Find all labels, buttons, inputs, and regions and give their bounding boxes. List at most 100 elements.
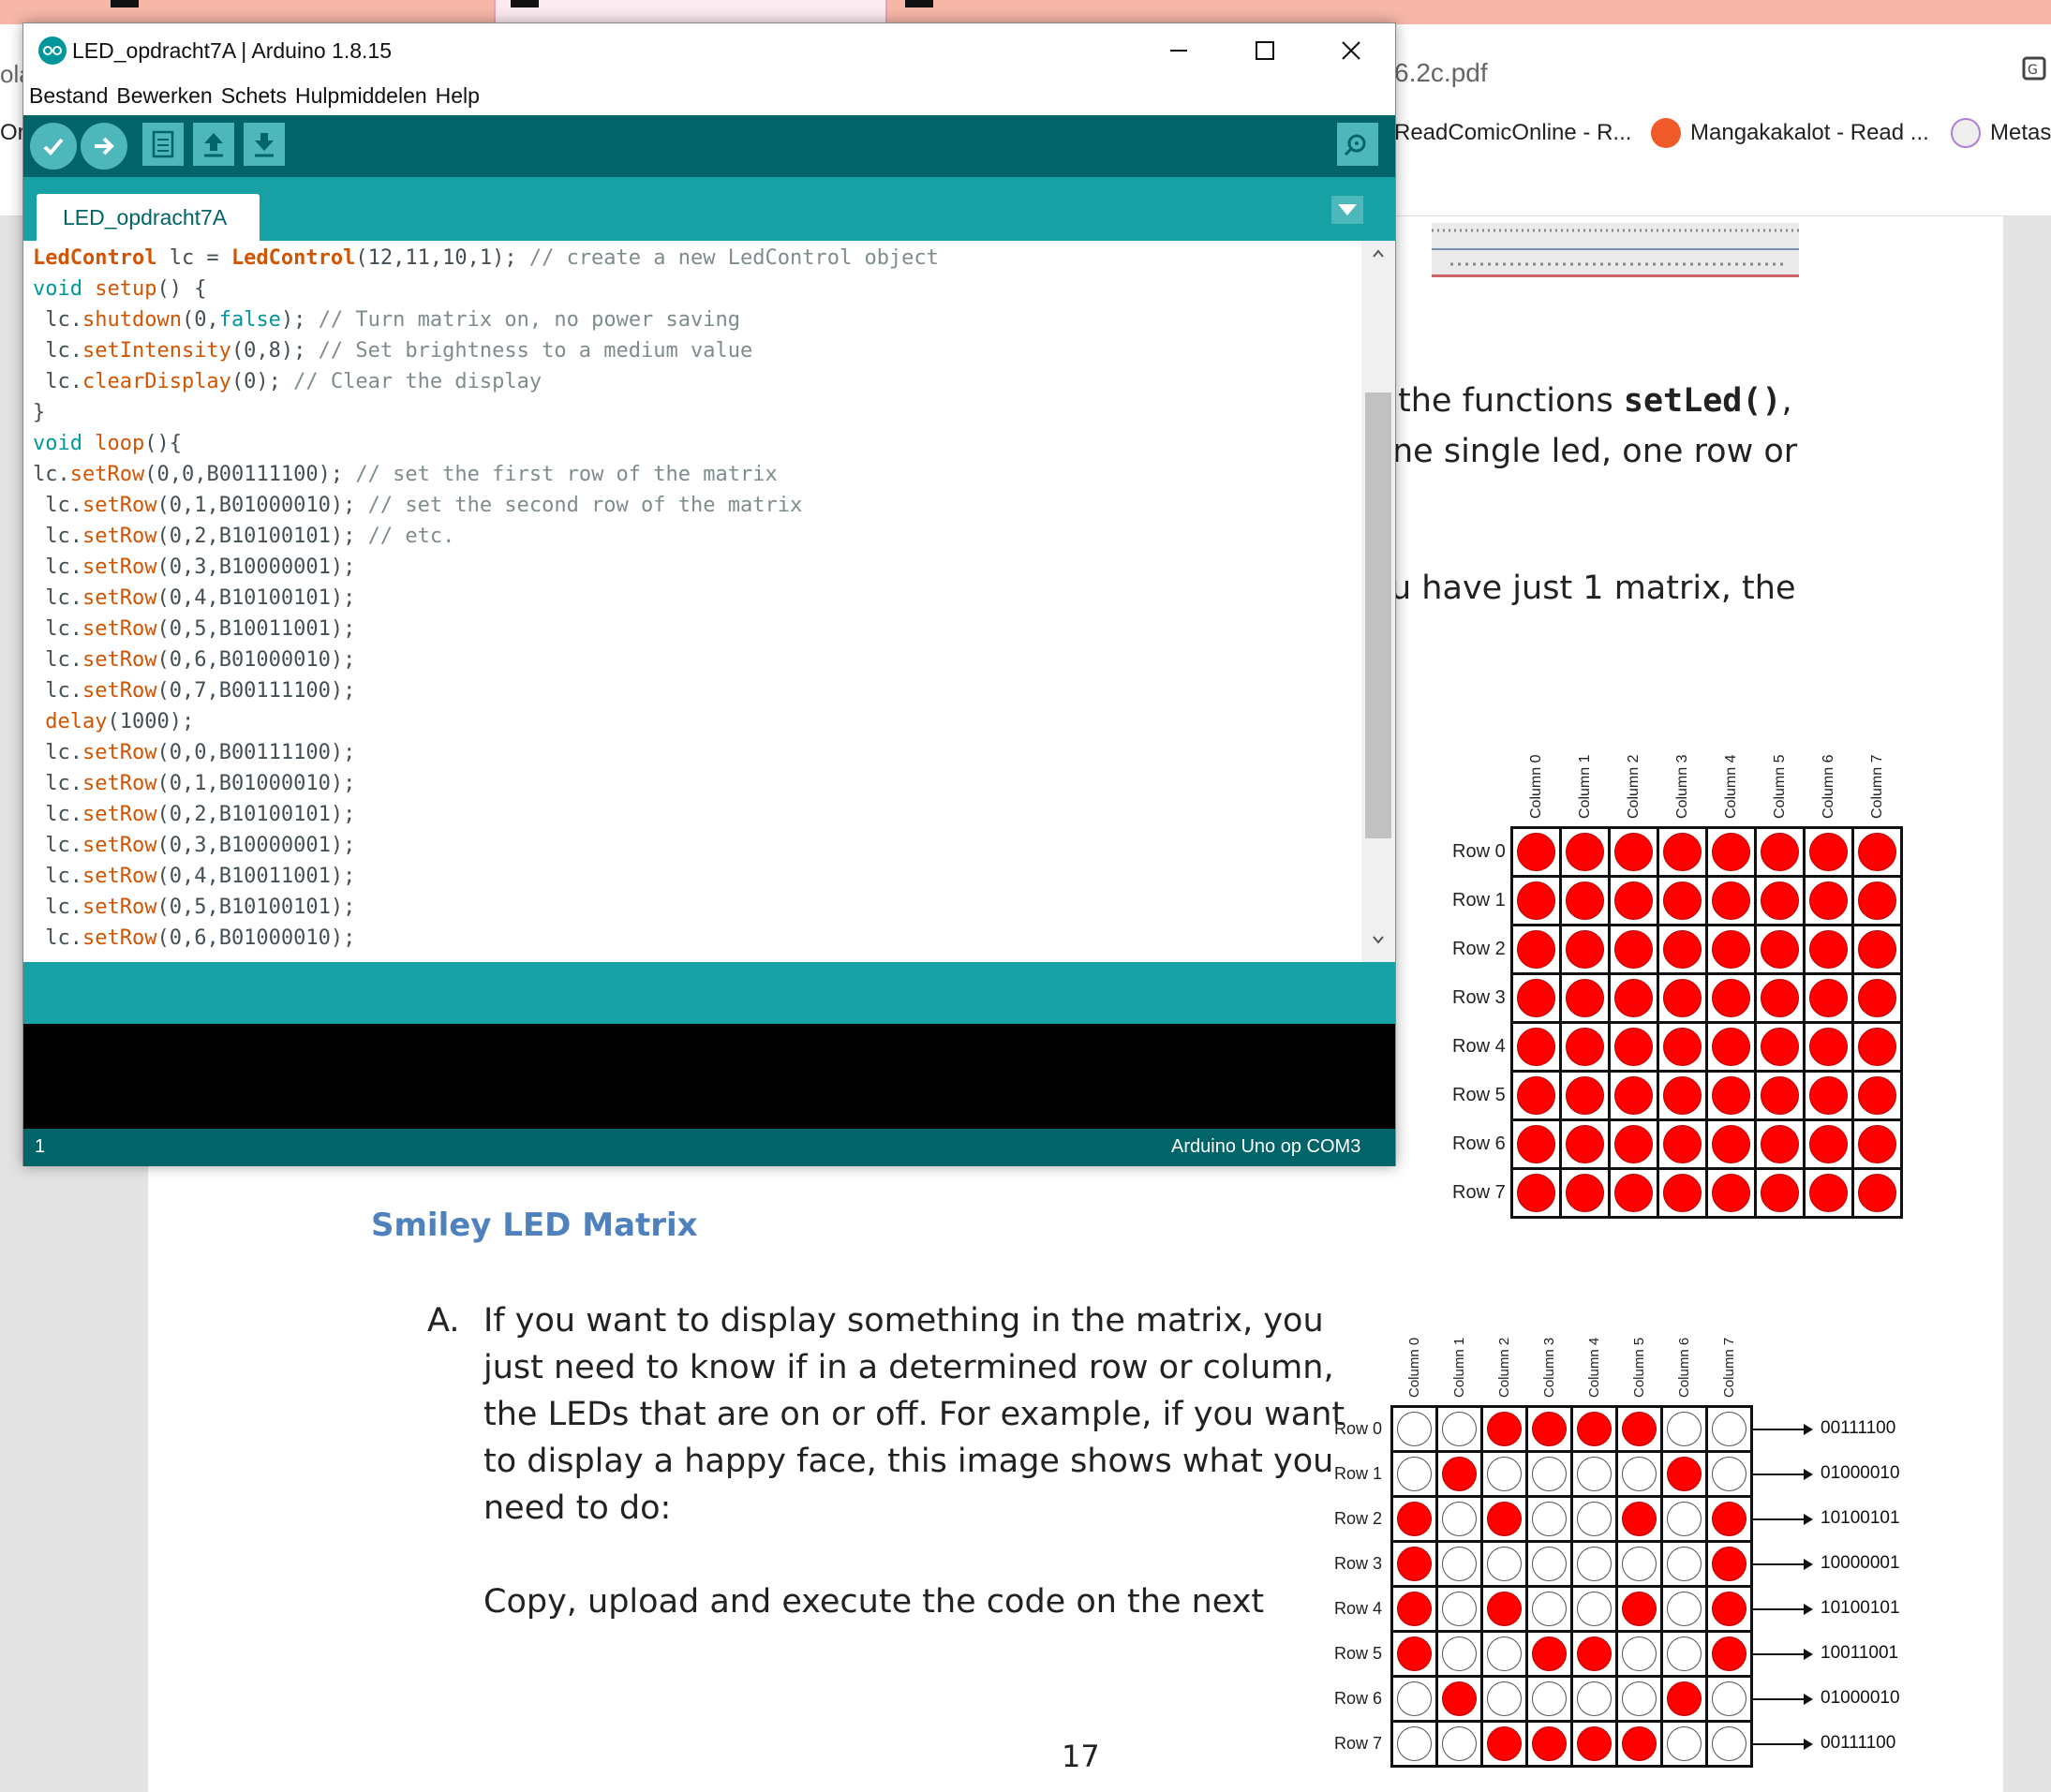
led-dot [1667, 1547, 1702, 1581]
sketch-tab-strip: LED_opdracht7A [23, 177, 1395, 241]
code-token: // set the first row of the matrix [355, 463, 778, 486]
led-cell [1513, 975, 1559, 1021]
column-label: Column 6 [1676, 1337, 1693, 1398]
code-token: (1000); [107, 710, 195, 733]
row-label: Row 1 [1452, 889, 1506, 911]
led-dot [1858, 1028, 1896, 1066]
menu-bewerken[interactable]: Bewerken [116, 83, 212, 109]
code-token: void [33, 277, 82, 301]
tab-menu-dropdown[interactable] [1331, 196, 1363, 224]
led-dot [1663, 833, 1702, 871]
led-dot [1712, 1028, 1750, 1066]
menu-schets[interactable]: Schets [221, 83, 287, 109]
ide-footer: 1 Arduino Uno op COM3 [23, 1129, 1395, 1166]
row-arrow [1753, 1558, 1813, 1570]
code-line: lc.setRow(0,1,B01000010); [33, 768, 355, 799]
maximize-icon[interactable] [1251, 37, 1279, 65]
browser-tab[interactable] [0, 0, 487, 24]
serial-monitor-button[interactable] [1337, 123, 1378, 166]
column-label: Column 1 [1576, 754, 1593, 819]
code-line: LedControl lc = LedControl(12,11,10,1); … [33, 243, 939, 274]
led-dot [1487, 1547, 1522, 1581]
browser-tab[interactable] [899, 0, 1274, 24]
led-cell [1513, 1073, 1559, 1118]
close-icon[interactable] [1337, 37, 1365, 65]
led-cell [1393, 1543, 1435, 1585]
line-number: 1 [35, 1136, 46, 1157]
led-dot [1712, 1412, 1746, 1446]
code-token: } [33, 401, 46, 424]
bookmark-label: ReadComicOnline - R... [1394, 120, 1632, 145]
minimize-icon[interactable] [1165, 37, 1193, 65]
led-dot [1517, 979, 1555, 1017]
led-dot [1442, 1547, 1477, 1581]
menu-help[interactable]: Help [436, 83, 480, 109]
scroll-down-icon[interactable] [1371, 932, 1386, 947]
translate-icon[interactable]: G [2022, 52, 2050, 86]
bookmark-readcomiconline[interactable]: ReadComicOnline - R... [1394, 110, 1631, 156]
led-cell [1528, 1543, 1570, 1585]
new-sketch-button[interactable] [142, 123, 184, 166]
led-dot [1667, 1457, 1702, 1491]
code-token: setRow [82, 834, 157, 857]
bookmark-metas[interactable]: Metas [1951, 110, 2051, 156]
code-line: } [33, 397, 45, 428]
code-token: false [218, 308, 281, 332]
led-dot [1532, 1412, 1567, 1446]
led-cell [1611, 878, 1657, 924]
led-cell [1854, 1024, 1900, 1070]
mangakakalot-icon [1651, 118, 1681, 148]
scroll-up-icon[interactable] [1371, 246, 1386, 261]
column-label: Column 4 [1722, 754, 1739, 819]
led-dot [1858, 833, 1896, 871]
code-token: (0,1,B01000010); [156, 772, 356, 795]
column-label: Column 4 [1586, 1337, 1603, 1398]
code-token: (){ [144, 432, 182, 455]
code-token: setRow [82, 865, 157, 888]
scrollbar-thumb[interactable] [1365, 392, 1391, 838]
save-sketch-button[interactable] [244, 123, 285, 166]
browser-tab-strip [0, 0, 2051, 24]
led-dot [1614, 881, 1653, 920]
browser-tab-active[interactable] [494, 0, 887, 24]
code-editor[interactable]: LedControl lc = LedControl(12,11,10,1); … [23, 241, 1395, 962]
led-cell [1513, 1170, 1559, 1216]
verify-button[interactable] [30, 123, 77, 170]
code-token: // Set brightness to a medium value [318, 339, 753, 363]
window-titlebar[interactable]: LED_opdracht7A | Arduino 1.8.15 [23, 23, 1395, 74]
upload-button[interactable] [81, 123, 127, 170]
bookmark-label: Metas [1990, 120, 2051, 145]
led-cell [1562, 1024, 1608, 1070]
led-dot [1397, 1457, 1432, 1491]
led-dot [1614, 1174, 1653, 1212]
code-token: (0,5,B10100101); [156, 896, 356, 919]
menu-hulpmiddelen[interactable]: Hulpmiddelen [295, 83, 427, 109]
led-dot [1712, 833, 1750, 871]
code-token: (0,0,B00111100); [144, 463, 356, 486]
led-cell [1438, 1678, 1480, 1720]
led-dot [1614, 930, 1653, 969]
code-token: (0,6,B01000010); [156, 926, 356, 950]
led-dot [1622, 1547, 1657, 1581]
led-dot [1712, 881, 1750, 920]
led-cell [1854, 878, 1900, 924]
row-binary-value: 10000001 [1821, 1552, 1900, 1573]
svg-text:G: G [2028, 63, 2038, 78]
address-url[interactable]: 6.2c.pdf [1394, 58, 1488, 88]
led-cell [1438, 1588, 1480, 1630]
code-token: LedControl [33, 246, 157, 270]
code-token: lc. [33, 525, 82, 548]
led-cell [1483, 1633, 1525, 1675]
open-sketch-button[interactable] [193, 123, 234, 166]
code-token: // create a new LedControl object [528, 246, 939, 270]
row-label: Row 5 [1334, 1643, 1383, 1663]
led-cell [1483, 1678, 1525, 1720]
led-cell [1438, 1498, 1480, 1540]
bookmark-fragment-left[interactable]: Or [0, 120, 25, 146]
led-cell [1393, 1498, 1435, 1540]
led-cell [1618, 1723, 1660, 1765]
led-dot [1663, 881, 1702, 920]
section-heading: Smiley LED Matrix [371, 1207, 698, 1244]
menu-bestand[interactable]: Bestand [29, 83, 108, 109]
bookmark-mangakakalot[interactable]: Mangakakalot - Read ... [1651, 110, 1929, 156]
